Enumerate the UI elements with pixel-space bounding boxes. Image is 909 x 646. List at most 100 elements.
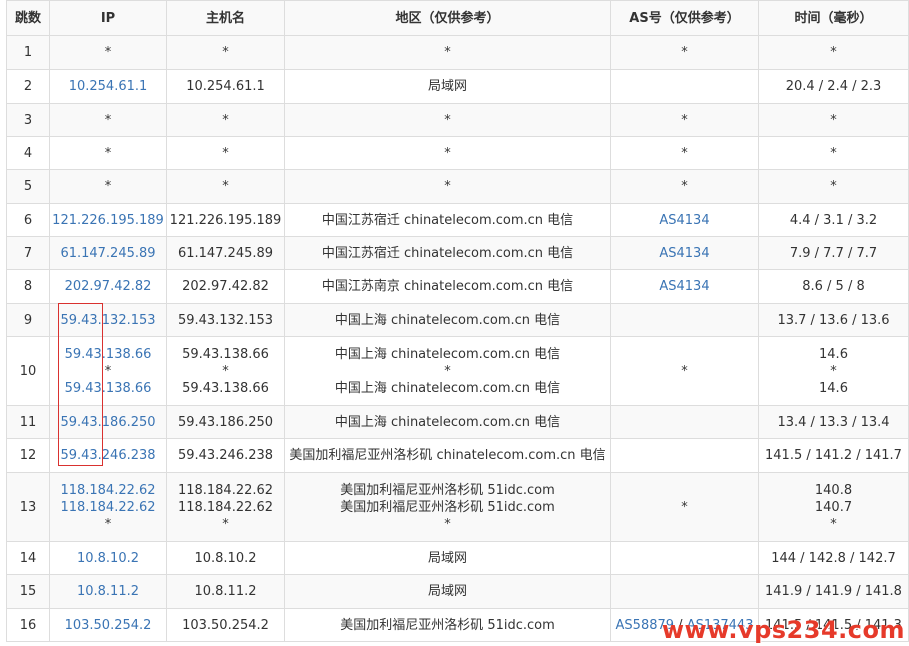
ip-value: * (104, 145, 112, 161)
host-value: 118.184.22.62 (177, 482, 274, 498)
time-cell: 7.9 / 7.7 / 7.7 (758, 236, 909, 270)
hop-cell: 8 (6, 269, 50, 304)
table-row: 9 59.43.132.153 59.43.132.153 中国上海 chinatel… (6, 303, 909, 337)
table-row: 14 10.8.10.2 10.8.10.2 局域网 144 / 142.8 / 142… (6, 541, 909, 575)
col-header-host: 主机名 (166, 0, 285, 36)
host-cell: 59.43.186.250 (166, 405, 285, 439)
watermark: www.vps234.com (661, 616, 905, 644)
ip-value[interactable]: 121.226.195.189 (52, 213, 164, 228)
as-cell (610, 405, 759, 439)
ip-value[interactable]: 103.50.254.2 (65, 618, 152, 633)
host-cell: 61.147.245.89 (166, 236, 285, 270)
time-value: 144 / 142.8 / 142.7 (771, 550, 896, 566)
region-value: 局域网 (427, 79, 467, 94)
region-value: 中国江苏宿迁 chinatelecom.com.cn 电信 (321, 245, 574, 261)
ip-cell: 59.43.138.66 * 59.43.138.66 (49, 336, 167, 406)
ip-cell: 59.43.132.153 (49, 303, 167, 337)
hop-cell: 16 (6, 608, 50, 642)
region-cell: 中国江苏宿迁 chinatelecom.com.cn 电信 (284, 203, 611, 237)
region-value: 局域网 (427, 584, 467, 599)
table-header-row: 跳数 IP 主机名 地区（仅供参考） AS号（仅供参考） 时间（毫秒） (6, 0, 909, 36)
hop-cell: 5 (6, 169, 50, 204)
ip-value: * (104, 363, 112, 379)
ip-value[interactable]: 59.43.186.250 (60, 415, 155, 430)
region-value: * (444, 179, 451, 194)
as-cell: * (610, 169, 759, 204)
hop-cell: 1 (6, 35, 50, 70)
as-cell (610, 438, 759, 473)
time-cell: 13.4 / 13.3 / 13.4 (758, 405, 909, 439)
region-cell: * (284, 103, 611, 137)
ip-value[interactable]: 59.43.132.153 (60, 313, 155, 328)
ip-value[interactable]: 59.43.138.66 (52, 380, 164, 397)
host-value: * (222, 112, 229, 128)
ip-value[interactable]: 118.184.22.62 (52, 499, 164, 516)
ip-value[interactable]: 10.8.11.2 (77, 584, 139, 599)
host-value: 103.50.254.2 (182, 617, 269, 633)
as-link[interactable]: AS4134 (659, 213, 709, 228)
as-cell: * (610, 336, 759, 406)
hop-cell: 10 (6, 336, 50, 406)
as-cell: * (610, 103, 759, 137)
ip-value[interactable]: 10.254.61.1 (69, 79, 148, 94)
host-value: 59.43.132.153 (177, 312, 274, 328)
region-value: 中国江苏宿迁 chinatelecom.com.cn 电信 (321, 212, 574, 228)
hop-cell: 9 (6, 303, 50, 337)
as-link: * (681, 112, 688, 128)
time-cell: 20.4 / 2.4 / 2.3 (758, 69, 909, 104)
hop-cell: 6 (6, 203, 50, 237)
as-link: * (681, 363, 688, 379)
hop-cell: 15 (6, 574, 50, 609)
ip-value[interactable]: 10.8.10.2 (77, 551, 139, 566)
table-row: 3 * * * * * (6, 103, 909, 137)
traceroute-table: 跳数 IP 主机名 地区（仅供参考） AS号（仅供参考） 时间（毫秒） 1 * * *… (6, 0, 909, 642)
time-cell: 141.5 / 141.2 / 141.7 (758, 438, 909, 473)
host-value: 10.8.10.2 (194, 550, 257, 566)
ip-value[interactable]: 61.147.245.89 (60, 246, 155, 261)
region-cell: 局域网 (284, 574, 611, 609)
time-value: 14.6 (819, 346, 848, 362)
ip-value[interactable]: 118.184.22.62 (52, 482, 164, 499)
host-value: 59.43.246.238 (177, 448, 274, 463)
region-value: 中国江苏南京 chinatelecom.com.cn 电信 (321, 279, 574, 294)
ip-value[interactable]: 59.43.138.66 (52, 346, 164, 363)
as-cell (610, 69, 759, 104)
time-cell: 13.7 / 13.6 / 13.6 (758, 303, 909, 337)
host-cell: 59.43.132.153 (166, 303, 285, 337)
table-row: 10 59.43.138.66 * 59.43.138.66 59.43.138.66 *… (6, 336, 909, 406)
as-cell (610, 574, 759, 609)
as-link[interactable]: AS4134 (659, 279, 709, 294)
hop-cell: 4 (6, 136, 50, 170)
time-value: * (830, 45, 837, 60)
region-cell: * (284, 35, 611, 70)
region-value: 美国加利福尼亚州洛杉矶 51idc.com (340, 617, 555, 633)
region-value: 中国上海 chinatelecom.com.cn 电信 (334, 346, 561, 362)
ip-cell: * (49, 136, 167, 170)
hop-cell: 14 (6, 541, 50, 575)
region-cell: 中国上海 chinatelecom.com.cn 电信 (284, 303, 611, 337)
host-cell: * (166, 103, 285, 137)
hop-cell: 13 (6, 472, 50, 542)
region-value: 美国加利福尼亚州洛杉矶 chinatelecom.com.cn 电信 (289, 448, 606, 463)
ip-cell: * (49, 103, 167, 137)
region-value: 中国上海 chinatelecom.com.cn 电信 (334, 414, 561, 430)
col-header-as: AS号（仅供参考） (610, 0, 759, 36)
host-value: * (222, 145, 229, 161)
ip-value: * (104, 112, 112, 128)
ip-value[interactable]: 202.97.42.82 (65, 279, 152, 294)
table-row: 12 59.43.246.238 59.43.246.238 美国加利福尼亚州洛杉矶 … (6, 438, 909, 473)
host-value: 59.43.138.66 (182, 346, 269, 362)
table-row: 1 * * * * * (6, 35, 909, 70)
host-value: * (222, 179, 229, 194)
region-value: 中国上海 chinatelecom.com.cn 电信 (334, 312, 561, 328)
region-value: 中国上海 chinatelecom.com.cn 电信 (334, 380, 561, 396)
ip-cell: 121.226.195.189 (49, 203, 167, 237)
host-value: * (222, 45, 229, 60)
ip-value: * (104, 516, 112, 532)
ip-cell: 59.43.246.238 (49, 438, 167, 473)
time-value: 141.5 / 141.2 / 141.7 (765, 448, 902, 463)
time-value: * (830, 145, 837, 161)
host-cell: 103.50.254.2 (166, 608, 285, 642)
as-link[interactable]: AS4134 (659, 246, 709, 261)
ip-value[interactable]: 59.43.246.238 (60, 448, 155, 463)
